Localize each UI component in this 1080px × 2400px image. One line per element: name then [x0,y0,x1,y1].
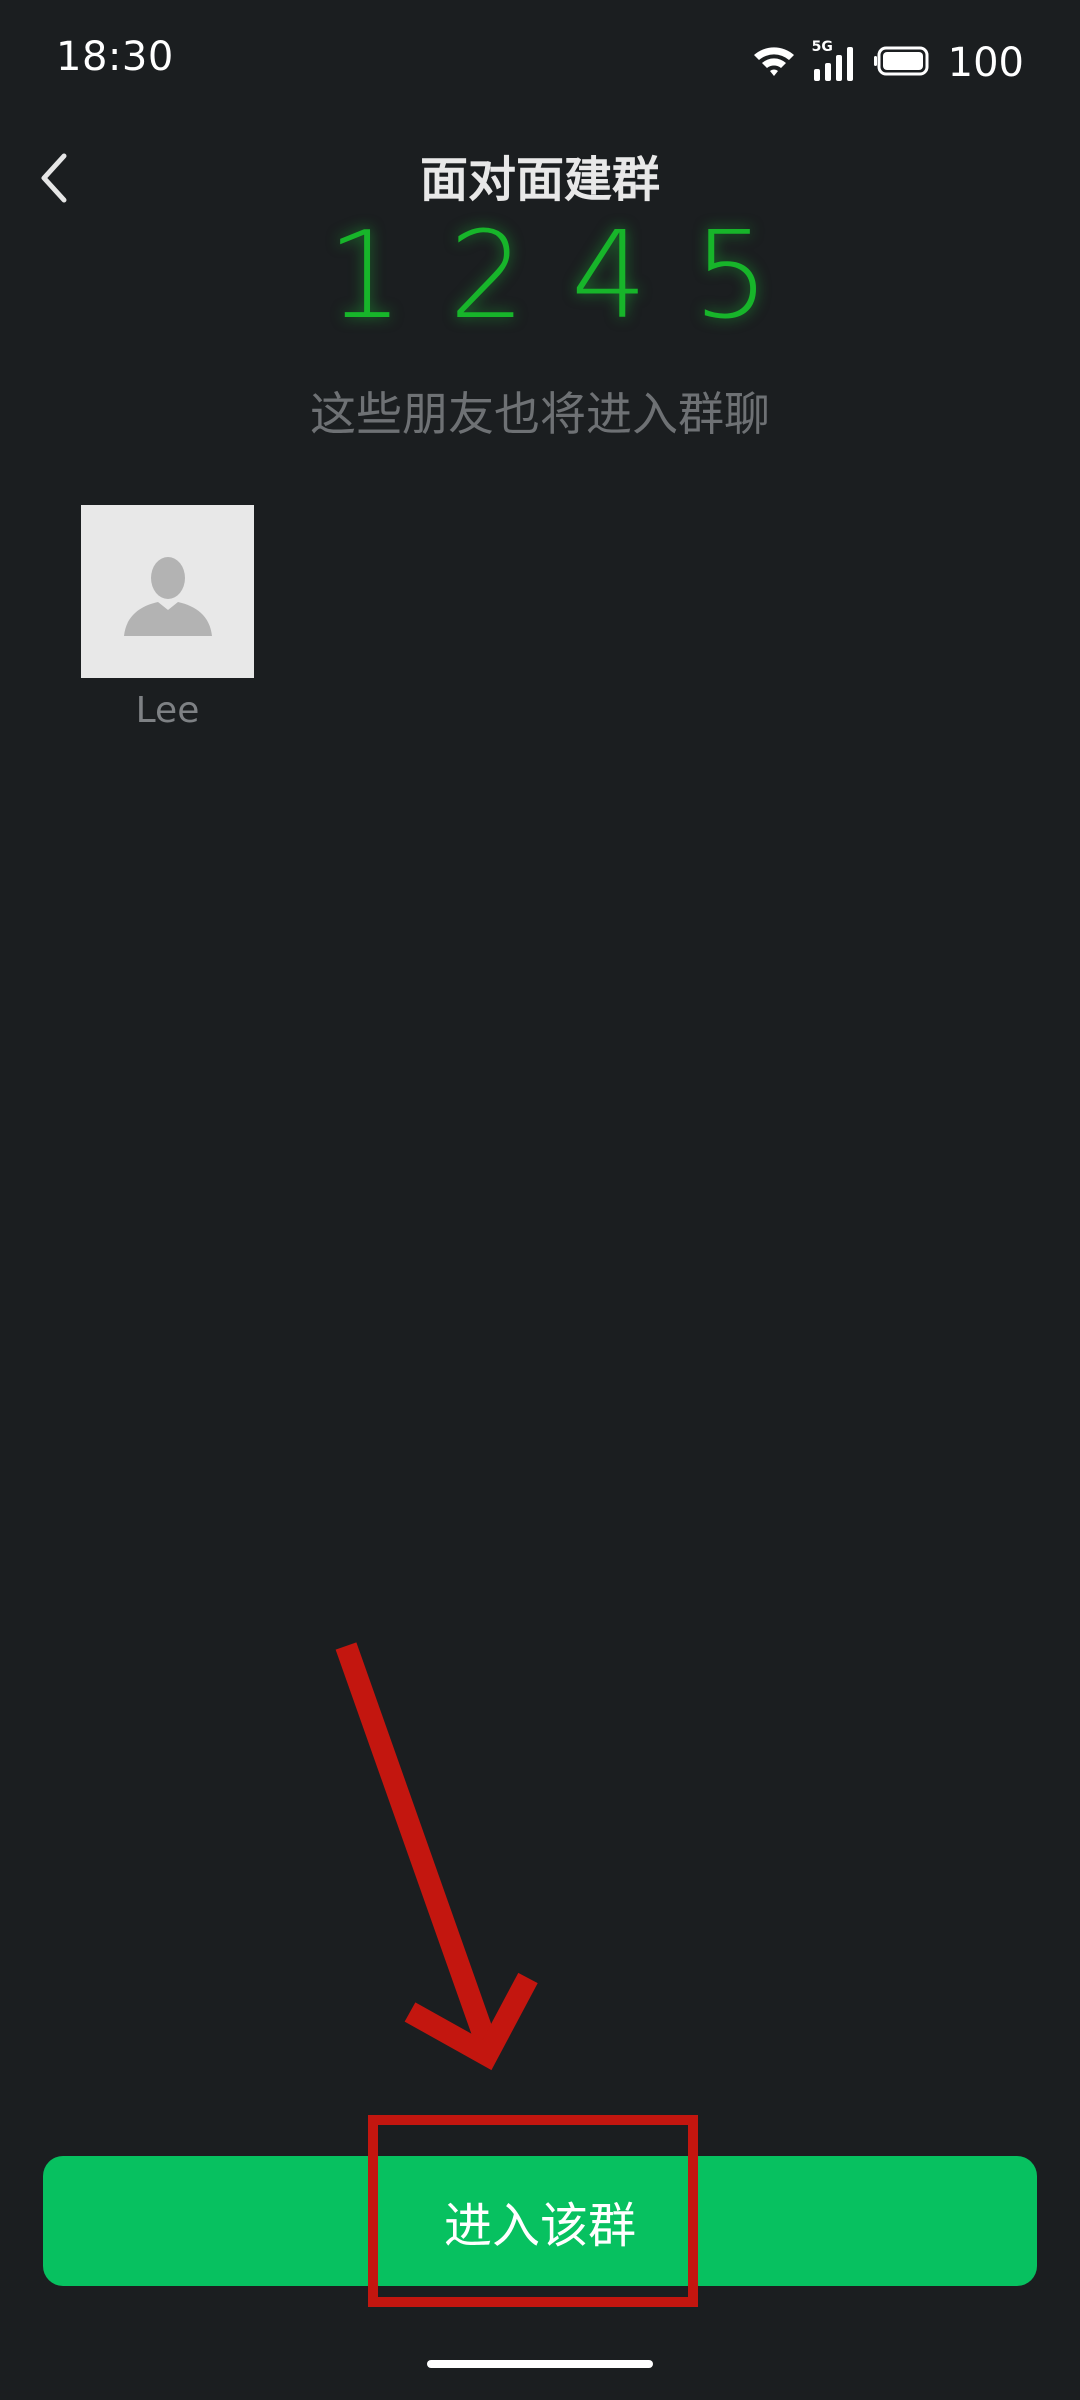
battery-icon [873,45,930,81]
group-code: 1 2 4 5 [0,212,1080,342]
members-subtitle: 这些朋友也将进入群聊 [310,387,770,441]
avatar[interactable] [81,505,254,678]
member-name: Lee [135,690,200,731]
status-time: 18:30 [56,34,174,80]
page-title: 面对面建群 [419,152,660,208]
code-digit: 4 [571,207,648,346]
wifi-icon [752,43,796,83]
code-digit: 2 [449,207,526,346]
battery-level: 100 [947,40,1024,86]
default-avatar-icon [118,540,218,644]
status-icons: 5G 100 [752,38,1024,88]
home-indicator[interactable] [427,2360,653,2368]
status-bar: 18:30 5G 100 [0,0,1080,125]
code-digit: 1 [327,207,404,346]
enter-group-button[interactable]: 进入该群 [43,2156,1037,2286]
signal-icon: 5G [812,39,858,83]
code-digit: 5 [693,207,770,346]
arrow-down-icon [335,1642,538,2071]
member-item[interactable]: Lee [81,505,254,731]
